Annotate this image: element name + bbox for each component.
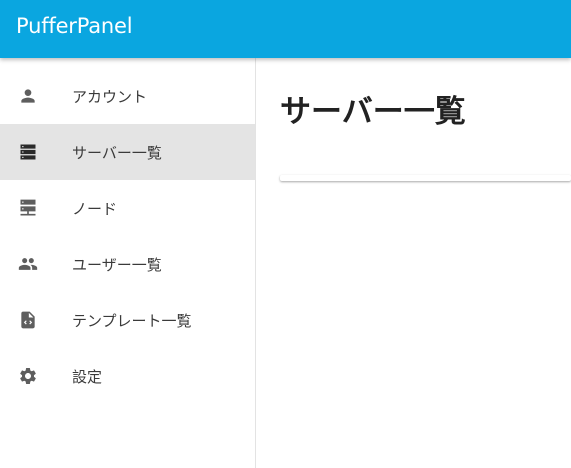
sidebar-item-label: 設定 <box>72 368 103 386</box>
server-list-card <box>280 175 571 181</box>
app-bar: PufferPanel <box>0 0 571 58</box>
app-title[interactable]: PufferPanel <box>16 14 133 38</box>
people-icon <box>18 254 38 274</box>
main-content: サーバー一覧 <box>257 58 571 468</box>
gear-icon <box>18 366 38 386</box>
sidebar-item-servers[interactable]: サーバー一覧 <box>0 124 255 180</box>
sidebar-item-label: テンプレート一覧 <box>72 312 192 330</box>
sidebar-item-label: ノード <box>72 200 118 218</box>
dns-icon <box>18 142 38 162</box>
sidebar-item-templates[interactable]: テンプレート一覧 <box>0 292 255 348</box>
sidebar-nav: アカウント サーバー一覧 ノード ユーザー一覧 テンプレート一覧 設定 <box>0 58 256 468</box>
sidebar-item-settings[interactable]: 設定 <box>0 348 255 404</box>
sidebar-item-label: アカウント <box>72 88 148 106</box>
sidebar-item-users[interactable]: ユーザー一覧 <box>0 236 255 292</box>
sidebar-item-nodes[interactable]: ノード <box>0 180 255 236</box>
sidebar-item-label: ユーザー一覧 <box>72 256 162 274</box>
page-title: サーバー一覧 <box>280 94 466 130</box>
sidebar-item-account[interactable]: アカウント <box>0 68 255 124</box>
sidebar-item-label: サーバー一覧 <box>72 144 162 162</box>
node-icon <box>18 198 38 218</box>
code-file-icon <box>18 310 38 330</box>
person-icon <box>18 86 38 106</box>
